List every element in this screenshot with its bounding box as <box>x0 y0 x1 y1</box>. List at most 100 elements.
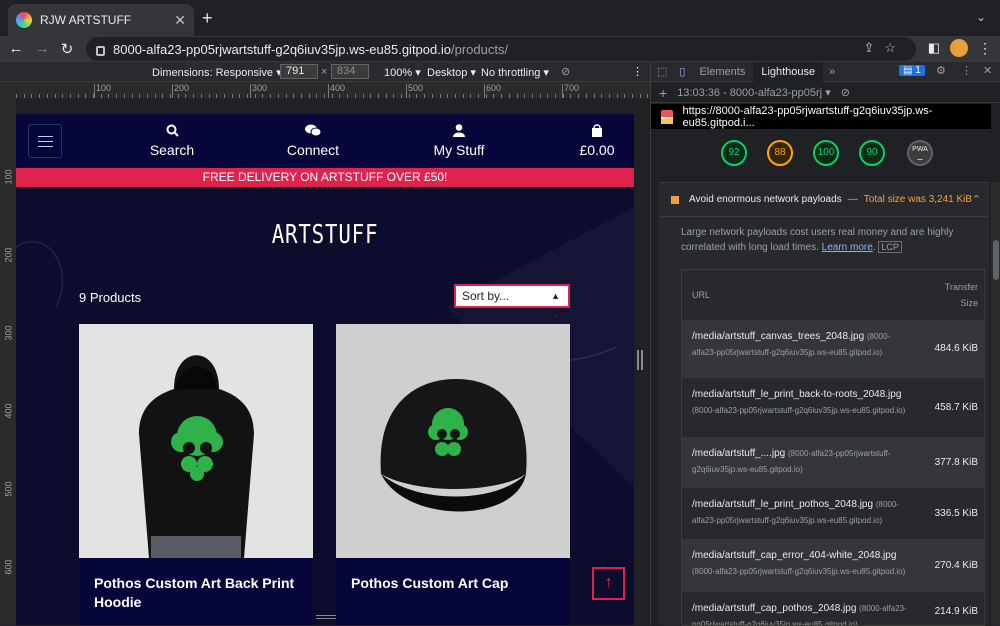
table-row[interactable]: /media/artstuff_le_print_back-to-roots_2… <box>682 378 984 437</box>
times-sign: × <box>321 66 328 78</box>
table-row[interactable]: /media/artstuff_....jpg (8000-alfa23-pp0… <box>682 437 984 488</box>
cap-product-image[interactable] <box>336 324 570 558</box>
learn-more-link[interactable]: Learn more <box>822 242 873 253</box>
product-card[interactable]: Pothos Custom Art Cap <box>336 324 570 625</box>
row-host: (8000-alfa23-pp05rjwartstuff-g2q6iuv35jp… <box>692 406 906 415</box>
ruler-label: 200 <box>3 247 14 263</box>
delivery-banner: FREE DELIVERY ON ARTSTUFF OVER £50! <box>16 168 634 187</box>
site-logo[interactable]: ARTSTUFF <box>78 220 572 250</box>
row-path[interactable]: /media/artstuff_canvas_trees_2048.jpg <box>692 331 864 342</box>
collapse-chevron-icon[interactable]: ⌃ <box>972 193 981 206</box>
menu-kebab-icon[interactable]: ⋮ <box>978 40 992 57</box>
ruler-label: 700 <box>564 83 580 93</box>
report-select[interactable]: 13:03:36 - 8000-alfa23-pp05rj ▾ <box>677 86 831 99</box>
close-tab-icon[interactable]: ✕ <box>174 12 186 29</box>
best-practices-gauge[interactable]: 100 <box>813 140 839 166</box>
performance-gauge[interactable]: 92 <box>721 140 747 166</box>
table-header: URL Transfer Size <box>682 270 984 320</box>
lighthouse-report-bar: + 13:03:36 - 8000-alfa23-pp05rj ▾ ⊘ <box>651 83 1000 103</box>
ruler-label: 200 <box>174 83 190 93</box>
settings-gear-icon[interactable]: ⚙ <box>936 64 946 77</box>
height-input[interactable]: 834 <box>331 64 369 79</box>
seo-gauge[interactable]: 90 <box>859 140 885 166</box>
tab-lighthouse[interactable]: Lighthouse <box>753 61 824 82</box>
close-devtools-icon[interactable]: ✕ <box>983 64 992 77</box>
more-tabs-icon[interactable]: » <box>823 66 841 78</box>
ruler-label: 500 <box>408 83 424 93</box>
profile-avatar[interactable] <box>950 39 968 57</box>
forward-icon[interactable]: → <box>30 40 54 57</box>
back-icon[interactable]: ← <box>4 40 28 57</box>
row-path[interactable]: /media/artstuff_cap_pothos_2048.jpg <box>692 603 856 614</box>
device-more-icon[interactable]: ⋮ <box>632 65 643 78</box>
throttle-dropdown[interactable]: No throttling ▾ <box>481 66 549 79</box>
table-row[interactable]: /media/artstuff_canvas_trees_2048.jpg (8… <box>682 320 984 378</box>
nav-connect[interactable]: Connect <box>258 124 368 158</box>
hamburger-menu-icon[interactable] <box>28 124 62 158</box>
nav-search[interactable]: Search <box>117 124 227 158</box>
row-path[interactable]: /media/artstuff_le_print_pothos_2048.jpg <box>692 499 873 510</box>
url-host: 8000-alfa23-pp05rjwartstuff-g2q6iuv35jp.… <box>113 41 451 57</box>
product-card[interactable]: Pothos Custom Art Back Print Hoodie <box>79 324 313 625</box>
device-dropdown[interactable]: Desktop ▾ <box>427 66 476 79</box>
report-url[interactable]: https://8000-alfa23-pp05rjwartstuff-g2q6… <box>683 105 992 129</box>
new-report-icon[interactable]: + <box>659 85 667 101</box>
payload-table: URL Transfer Size /media/artstuff_canvas… <box>681 269 985 626</box>
row-size: 270.4 KiB <box>934 560 978 571</box>
browser-tab[interactable]: RJW ARTSTUFF ✕ <box>8 4 194 36</box>
pwa-badge[interactable]: PWA – <box>907 140 933 166</box>
table-row[interactable]: /media/artstuff_cap_pothos_2048.jpg (800… <box>682 592 984 625</box>
row-path[interactable]: /media/artstuff_cap_error_404-white_2048… <box>692 550 896 561</box>
tab-search-chevron-icon[interactable]: ⌄ <box>976 10 986 24</box>
address-bar[interactable]: 8000-alfa23-pp05rjwartstuff-g2q6iuv35jp.… <box>86 37 916 61</box>
row-size: 214.9 KiB <box>934 606 978 617</box>
product-name[interactable]: Pothos Custom Art Back Print Hoodie <box>94 574 304 612</box>
tab-elements[interactable]: Elements <box>691 62 753 82</box>
row-url: /media/artstuff_le_print_pothos_2048.jpg… <box>692 497 910 529</box>
devtools-more-icon[interactable]: ⋮ <box>961 64 972 77</box>
row-url: /media/artstuff_cap_pothos_2048.jpg (800… <box>692 601 910 625</box>
lcp-tag: LCP <box>878 241 902 253</box>
viewport-bottom-handle[interactable] <box>316 615 336 621</box>
product-name[interactable]: Pothos Custom Art Cap <box>351 574 561 593</box>
ruler-major-tick <box>328 84 329 98</box>
col-url: URL <box>692 290 711 300</box>
site-navbar: Search Connect My Stuff £0.00 <box>16 114 634 168</box>
share-bookmark-icons[interactable]: ⇪☆ <box>863 40 906 56</box>
sidepanel-icon[interactable]: ◧ <box>928 40 940 56</box>
devtools-scrollbar[interactable] <box>991 182 1000 625</box>
new-tab-button[interactable]: + <box>202 8 213 29</box>
scroll-thumb[interactable] <box>993 240 999 280</box>
ruler-label: 600 <box>3 559 14 575</box>
nav-my-stuff-label: My Stuff <box>433 142 485 158</box>
horizontal-ruler: 100 200 300 400 500 600 700 <box>0 82 650 98</box>
nav-connect-label: Connect <box>286 142 340 158</box>
zoom-dropdown[interactable]: 100% ▾ <box>384 66 421 79</box>
rotate-icon[interactable]: ⊘ <box>561 65 570 78</box>
row-path[interactable]: /media/artstuff_le_print_back-to-roots_2… <box>692 389 901 400</box>
table-row[interactable]: /media/artstuff_cap_error_404-white_2048… <box>682 539 984 592</box>
ruler-major-tick <box>172 84 173 98</box>
nav-bag[interactable]: £0.00 <box>542 124 634 158</box>
row-path[interactable]: /media/artstuff_....jpg <box>692 448 785 459</box>
reload-icon[interactable]: ↻ <box>55 40 79 58</box>
back-to-top-button[interactable]: ↑ <box>592 567 625 600</box>
audit-title: Avoid enormous network payloads <box>689 194 842 205</box>
clear-icon[interactable]: ⊘ <box>841 86 850 99</box>
width-input[interactable]: 791 <box>280 64 318 79</box>
hoodie-product-image[interactable] <box>79 324 313 558</box>
ruler-label: 100 <box>96 83 112 93</box>
device-toolbar: Dimensions: Responsive ▾ 791 × 834 100% … <box>0 62 650 82</box>
viewport-resize-handle[interactable] <box>637 350 643 370</box>
accessibility-gauge[interactable]: 88 <box>767 140 793 166</box>
score-gauges: 92 88 100 90 PWA – <box>651 130 991 180</box>
table-row[interactable]: /media/artstuff_le_print_pothos_2048.jpg… <box>682 488 984 539</box>
sort-select[interactable]: Sort by... ▲ ▼ <box>454 284 570 321</box>
nav-my-stuff[interactable]: My Stuff <box>404 124 514 158</box>
url-path: /products/ <box>450 41 509 57</box>
dimensions-dropdown[interactable]: Dimensions: Responsive ▾ <box>152 66 282 79</box>
device-toggle-icon[interactable]: ▯ <box>673 65 691 78</box>
issues-badge[interactable]: ▤ 1 <box>899 65 925 76</box>
audit-header[interactable]: Avoid enormous network payloads — Total … <box>659 183 989 217</box>
inspect-icon[interactable]: ⬚ <box>651 65 673 78</box>
